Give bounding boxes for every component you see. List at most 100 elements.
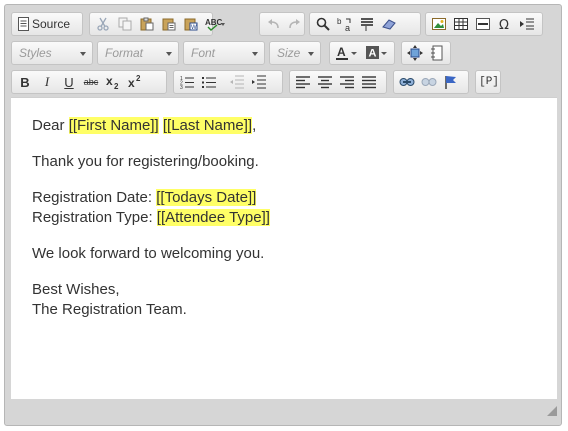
maximize-button[interactable] bbox=[405, 43, 425, 63]
align-left-button[interactable] bbox=[293, 72, 313, 92]
clipboard-group: W ABC bbox=[89, 12, 225, 36]
format-placeholder: Format bbox=[105, 46, 144, 60]
align-right-button[interactable] bbox=[337, 72, 357, 92]
indent-icon bbox=[252, 75, 266, 89]
strikethrough-button[interactable]: abc bbox=[81, 72, 101, 92]
align-center-button[interactable] bbox=[315, 72, 335, 92]
chevron-down-icon bbox=[166, 52, 172, 56]
clipboard-icon bbox=[140, 17, 154, 31]
chevron-down-icon bbox=[308, 52, 314, 56]
underline-button[interactable]: U bbox=[59, 72, 79, 92]
source-group: Source bbox=[11, 12, 83, 36]
font-dropdown[interactable]: Font bbox=[183, 41, 265, 65]
justify-button[interactable] bbox=[359, 72, 379, 92]
font-placeholder: Font bbox=[191, 46, 216, 60]
spellcheck-button[interactable]: ABC bbox=[203, 14, 229, 34]
signoff-paragraph: Best Wishes, The Registration Team. bbox=[32, 280, 557, 320]
show-blocks-icon bbox=[430, 45, 444, 61]
align-left-icon bbox=[296, 75, 310, 89]
styles-dropdown[interactable]: Styles bbox=[11, 41, 93, 65]
resize-grip-icon[interactable] bbox=[547, 403, 557, 421]
link-group bbox=[393, 70, 469, 94]
svg-text:W: W bbox=[191, 25, 197, 31]
paste-word-button[interactable]: W bbox=[181, 14, 201, 34]
redo-button[interactable] bbox=[285, 14, 305, 34]
bold-button[interactable]: B bbox=[15, 72, 35, 92]
superscript-icon: x2 bbox=[127, 74, 143, 90]
outdent-button[interactable] bbox=[227, 72, 247, 92]
source-button[interactable]: Source bbox=[15, 14, 79, 34]
undo-group bbox=[259, 12, 305, 36]
page-break-button[interactable] bbox=[517, 14, 537, 34]
unlink-icon bbox=[421, 75, 437, 89]
find-group: ba bbox=[309, 12, 421, 36]
greeting-prefix: Dear bbox=[32, 117, 69, 134]
horizontal-line-button[interactable] bbox=[473, 14, 493, 34]
svg-text:ABC: ABC bbox=[205, 18, 223, 27]
align-center-icon bbox=[318, 75, 332, 89]
justify-icon bbox=[362, 75, 376, 89]
tools-group bbox=[401, 41, 451, 65]
chevron-down-icon bbox=[252, 52, 258, 56]
select-all-icon bbox=[360, 17, 374, 31]
text-color-icon: A bbox=[335, 45, 359, 61]
bulleted-list-button[interactable] bbox=[199, 72, 219, 92]
horizontal-line-icon bbox=[476, 17, 490, 31]
paste-text-icon bbox=[162, 17, 176, 31]
undo-button[interactable] bbox=[263, 14, 283, 34]
reg-date-label: Registration Date: bbox=[32, 189, 157, 206]
link-button[interactable] bbox=[397, 72, 417, 92]
page-break-icon bbox=[519, 17, 535, 31]
search-icon bbox=[316, 17, 330, 31]
replace-button[interactable]: ba bbox=[335, 14, 355, 34]
cut-button[interactable] bbox=[93, 14, 113, 34]
show-blocks-button[interactable] bbox=[427, 43, 447, 63]
copy-button[interactable] bbox=[115, 14, 135, 34]
align-right-icon bbox=[340, 75, 354, 89]
svg-text:x: x bbox=[106, 74, 113, 88]
table-button[interactable] bbox=[451, 14, 471, 34]
background-color-icon: A bbox=[365, 45, 389, 61]
paste-text-button[interactable] bbox=[159, 14, 179, 34]
image-button[interactable] bbox=[429, 14, 449, 34]
list-group: 123 bbox=[173, 70, 283, 94]
svg-text:Ω: Ω bbox=[499, 18, 509, 31]
attendee-type-placeholder: [[Attendee Type]] bbox=[156, 209, 270, 226]
remove-format-button[interactable] bbox=[379, 14, 399, 34]
color-group: A A bbox=[329, 41, 395, 65]
rich-text-editor: Source W ABC ba Ω Styles Format Font Siz… bbox=[4, 4, 562, 426]
numbered-list-button[interactable]: 123 bbox=[177, 72, 197, 92]
svg-text:x: x bbox=[128, 76, 135, 90]
indent-button[interactable] bbox=[249, 72, 269, 92]
omega-icon: Ω bbox=[498, 17, 512, 31]
signature-line: The Registration Team. bbox=[32, 301, 187, 318]
svg-text:A: A bbox=[369, 48, 377, 60]
unlink-button[interactable] bbox=[419, 72, 439, 92]
numbered-list-icon: 123 bbox=[180, 75, 194, 89]
anchor-button[interactable] bbox=[441, 72, 461, 92]
thanks-paragraph: Thank you for registering/booking. bbox=[32, 153, 259, 170]
svg-text:A: A bbox=[337, 45, 346, 59]
registration-paragraph: Registration Date: [[Todays Date]] Regist… bbox=[32, 188, 557, 228]
text-color-button[interactable]: A bbox=[333, 43, 361, 63]
document-icon bbox=[18, 17, 29, 31]
superscript-button[interactable]: x2 bbox=[125, 72, 145, 92]
format-dropdown[interactable]: Format bbox=[97, 41, 179, 65]
special-char-button[interactable]: Ω bbox=[495, 14, 515, 34]
replace-icon: ba bbox=[337, 16, 353, 32]
select-all-button[interactable] bbox=[357, 14, 377, 34]
editor-content[interactable]: Dear [[First Name]] [[Last Name]], Thank… bbox=[11, 97, 557, 399]
placeholder-group: [P] bbox=[475, 70, 501, 94]
size-dropdown[interactable]: Size bbox=[269, 41, 321, 65]
italic-button[interactable]: I bbox=[37, 72, 57, 92]
paste-button[interactable] bbox=[137, 14, 157, 34]
outdent-icon bbox=[230, 75, 244, 89]
size-placeholder: Size bbox=[277, 46, 301, 60]
placeholder-button[interactable]: [P] bbox=[479, 72, 499, 92]
svg-text:b: b bbox=[337, 17, 342, 26]
find-button[interactable] bbox=[313, 14, 333, 34]
first-name-placeholder: [[First Name]] bbox=[68, 117, 159, 134]
reg-type-label: Registration Type: bbox=[32, 209, 157, 226]
subscript-button[interactable]: x2 bbox=[103, 72, 123, 92]
background-color-button[interactable]: A bbox=[363, 43, 391, 63]
